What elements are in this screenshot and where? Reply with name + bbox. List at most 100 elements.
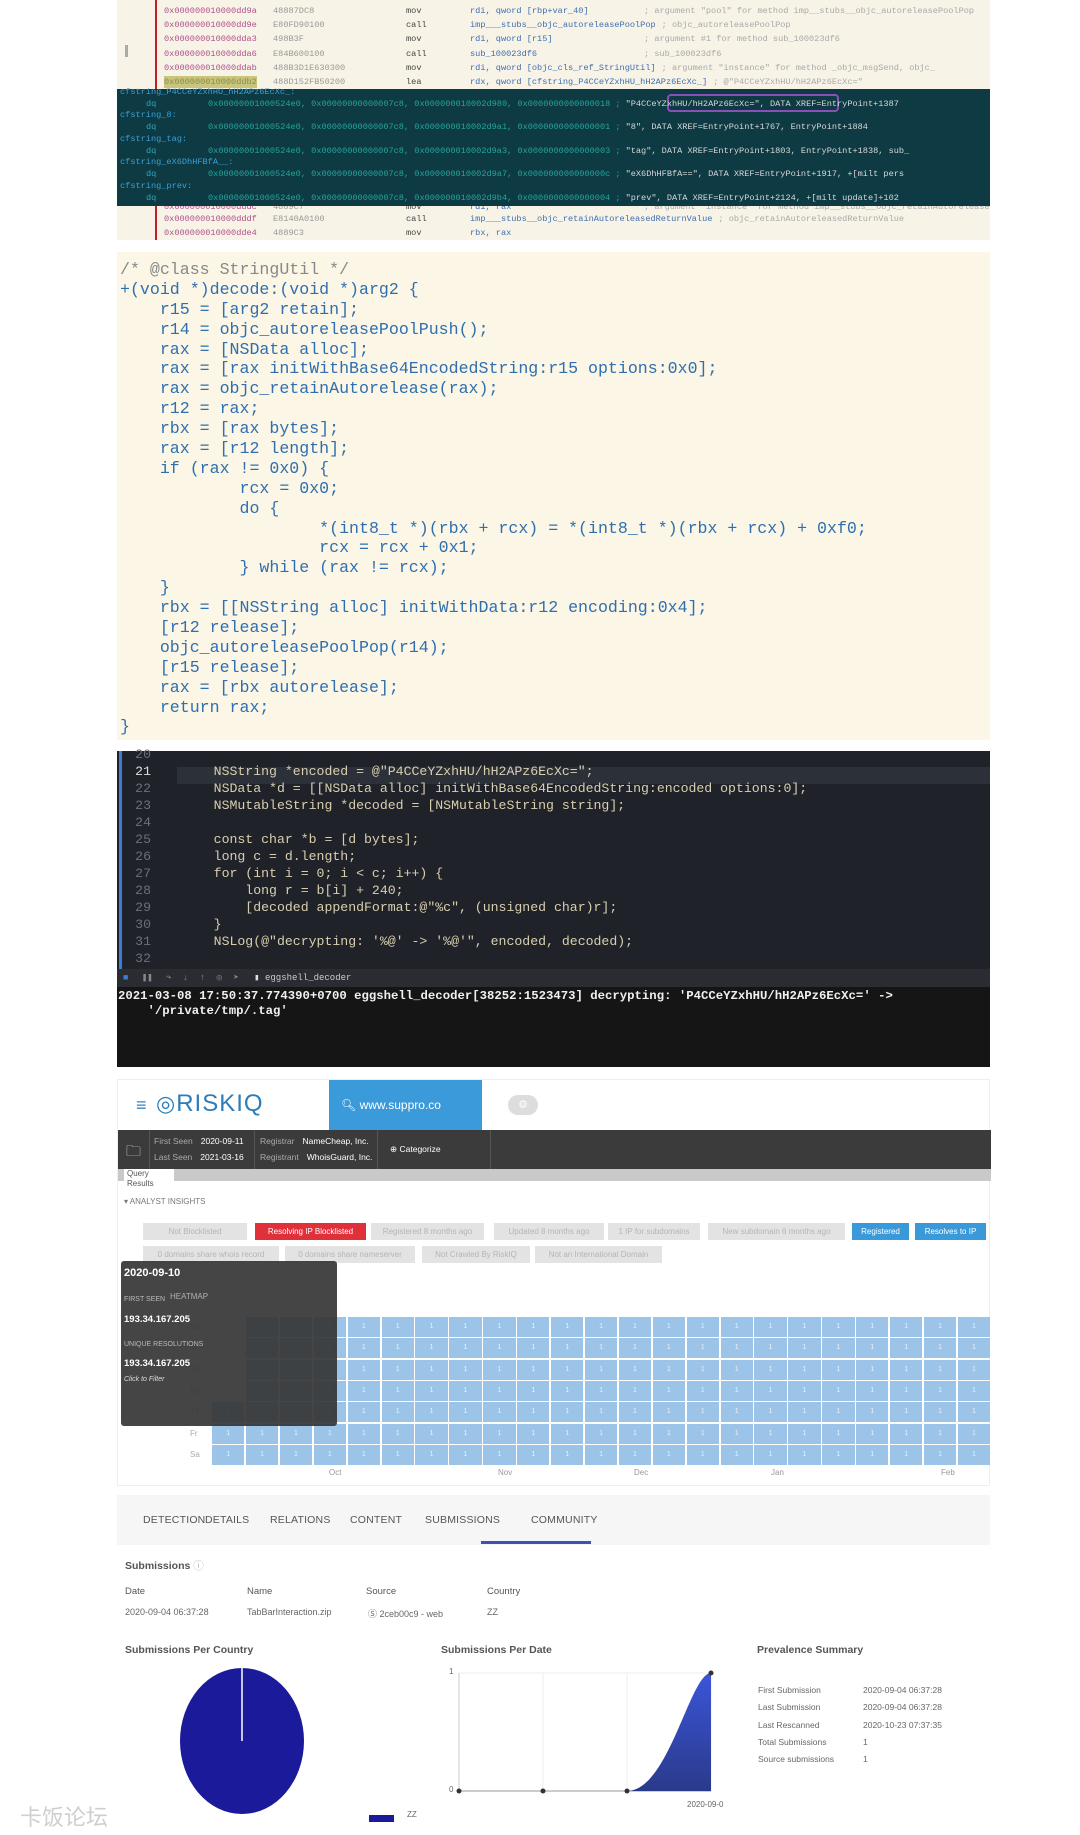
line-number[interactable]: 28 [125,882,151,899]
heatmap-cell[interactable]: 1 [245,1423,279,1444]
heatmap-cell[interactable]: 1 [313,1444,347,1465]
tab-relations[interactable]: RELATIONS [270,1514,331,1526]
heatmap-cell[interactable]: 1 [415,1444,448,1465]
categorize-button[interactable]: ⊕ Categorize [390,1144,441,1155]
heatmap-cell[interactable]: 1 [415,1402,448,1423]
heatmap-cell[interactable]: 1 [822,1423,855,1444]
heatmap-cell[interactable]: 1 [890,1444,923,1465]
heatmap-cell[interactable]: 1 [449,1359,482,1380]
heatmap-cell[interactable]: 1 [584,1317,618,1337]
heatmap-cell[interactable]: 1 [584,1359,618,1380]
heatmap-cell[interactable]: 1 [923,1444,957,1465]
heatmap-cell[interactable]: 1 [347,1338,380,1359]
heatmap-cell[interactable]: 1 [551,1338,584,1359]
insight-tag[interactable]: Registered [852,1223,909,1240]
insight-tag[interactable]: Registered 8 months ago [371,1223,484,1240]
line-number[interactable]: 20 [125,746,151,763]
code-line[interactable]: 22 NSData *d = [[NSData alloc] initWithB… [117,780,990,797]
heatmap-cell[interactable]: 1 [957,1444,991,1465]
heatmap-cell[interactable]: 1 [449,1317,482,1337]
heatmap-cell[interactable]: 1 [483,1402,516,1423]
debug-console[interactable]: 2021-03-08 17:50:37.774390+0700 eggshell… [117,987,990,1067]
heatmap-cell[interactable]: 1 [483,1317,516,1337]
heatmap-cell[interactable]: 1 [381,1317,414,1337]
heatmap-cell[interactable]: 1 [890,1359,923,1380]
insight-tag[interactable]: 1 IP for subdomains [608,1223,700,1240]
cfstring-label[interactable]: cfstring_P4CCeYZxhHU_hH2APz6EcXc_: [120,86,295,98]
heatmap-cell[interactable]: 1 [212,1444,245,1465]
heatmap-cell[interactable]: 1 [720,1359,753,1380]
heatmap-cell[interactable]: 1 [923,1317,957,1337]
heatmap-cell[interactable]: 1 [957,1359,991,1380]
heatmap-cell[interactable]: 1 [415,1338,448,1359]
heatmap-cell[interactable]: 1 [652,1317,686,1337]
heatmap-cell[interactable]: 1 [856,1338,889,1359]
heatmap-cell[interactable]: 1 [381,1380,414,1401]
heatmap-cell[interactable]: 1 [279,1444,313,1465]
heatmap-cell[interactable]: 1 [754,1338,787,1359]
heatmap-cell[interactable]: 1 [890,1402,923,1423]
heatmap-cell[interactable]: 1 [890,1423,923,1444]
insight-tag[interactable]: Resolving IP Blocklisted [255,1223,366,1240]
heatmap-cell[interactable]: 1 [686,1317,719,1337]
heatmap-cell[interactable]: 1 [652,1423,686,1444]
heatmap-cell[interactable]: 1 [652,1380,686,1401]
heatmap-cell[interactable]: 1 [686,1359,719,1380]
heatmap-cell[interactable]: 1 [618,1402,652,1423]
insight-tag[interactable]: Updated 8 months ago [494,1223,604,1240]
heatmap-cell[interactable]: 1 [347,1380,380,1401]
heatmap-cell[interactable]: 1 [551,1359,584,1380]
heatmap-cell[interactable]: 1 [923,1359,957,1380]
heatmap-cell[interactable]: 1 [890,1317,923,1337]
heatmap-cell[interactable]: 1 [788,1423,821,1444]
disasm-row[interactable]: 0x000000010000dd9a 48887DC8 mov rdi, qword … [117,5,990,17]
heatmap-cell[interactable]: 1 [381,1402,414,1423]
info-icon[interactable]: ⓘ [193,1560,204,1572]
heatmap-cell[interactable]: 1 [754,1317,787,1337]
insight-tag[interactable]: New subdomain 6 months ago [708,1223,845,1240]
heatmap-cell[interactable]: 1 [957,1317,991,1337]
code-line[interactable]: 23 NSMutableString *decoded = [NSMutable… [117,797,990,814]
heatmap-cell[interactable]: 1 [584,1444,618,1465]
heatmap-cell[interactable]: 1 [652,1338,686,1359]
heatmap-cell[interactable]: 1 [347,1317,380,1337]
tab-community[interactable]: COMMUNITY [531,1514,598,1526]
menu-icon[interactable]: ≡ [136,1095,147,1116]
heatmap-cell[interactable]: 1 [686,1380,719,1401]
step-in-icon[interactable]: ↓ [183,973,188,983]
cfstring-label[interactable]: cfstring_8: [120,109,177,121]
heatmap-cell[interactable]: 1 [686,1423,719,1444]
tab-content[interactable]: CONTENT [350,1514,402,1526]
heatmap-cell[interactable]: 1 [618,1423,652,1444]
heatmap-cell[interactable]: 1 [822,1359,855,1380]
heatmap-cell[interactable]: 1 [856,1402,889,1423]
tab-submissions[interactable]: SUBMISSIONS [425,1514,500,1526]
pause-icon[interactable]: ❚❚ [142,973,153,983]
heatmap-cell[interactable]: 1 [483,1423,516,1444]
disasm-row[interactable]: 0x000000010000dda3 498B3F mov rdi, qword [r… [117,33,990,45]
disasm-row[interactable]: 0x000000010000ddab 488B3D1E630300 mov rdi, … [117,62,990,74]
heatmap-cell[interactable]: 1 [381,1338,414,1359]
heatmap-cell[interactable]: 1 [483,1380,516,1401]
heatmap-cell[interactable]: 1 [788,1317,821,1337]
view-debugger-icon[interactable]: ◎ [217,973,222,983]
heatmap-cell[interactable]: 1 [686,1402,719,1423]
code-line[interactable]: 31 NSLog(@"decrypting: '%@' -> '%@'", en… [117,933,990,950]
heatmap-cell[interactable]: 1 [584,1338,618,1359]
cfstring-label[interactable]: cfstring_prev: [120,180,192,192]
tab-query-results[interactable]: Query Results [124,1169,174,1188]
line-number[interactable]: 30 [125,916,151,933]
heatmap-cell[interactable]: 1 [584,1380,618,1401]
heatmap-cell[interactable]: 1 [449,1402,482,1423]
heatmap-cell[interactable]: 1 [449,1380,482,1401]
heatmap-cell[interactable]: 1 [890,1338,923,1359]
heatmap-cell[interactable]: 1 [517,1402,550,1423]
heatmap-cell[interactable]: 1 [957,1380,991,1401]
heatmap-cell[interactable]: 1 [788,1338,821,1359]
line-number[interactable]: 31 [125,933,151,950]
heatmap-cell[interactable]: 1 [856,1423,889,1444]
cfstring-label[interactable]: cfstring_tag: [120,133,187,145]
heatmap-cell[interactable]: 1 [923,1338,957,1359]
heatmap-cell[interactable]: 1 [551,1423,584,1444]
line-number[interactable]: 32 [125,950,151,967]
